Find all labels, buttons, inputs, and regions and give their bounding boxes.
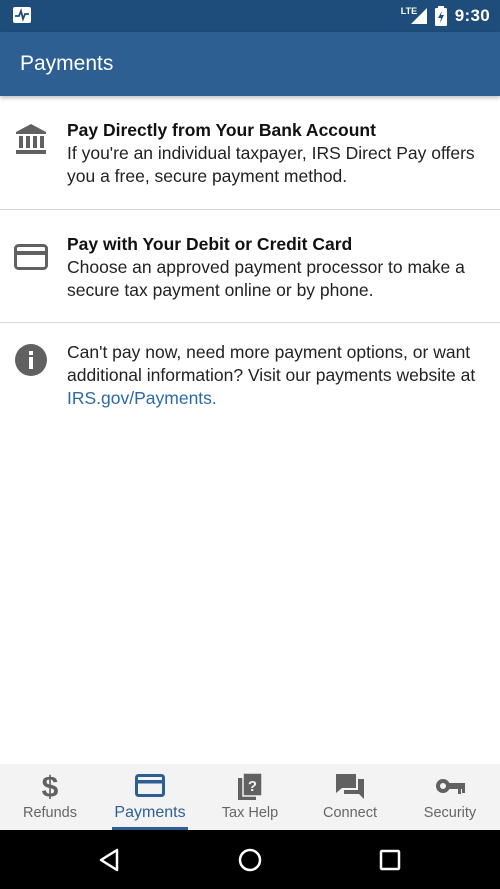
help-document-icon: ? (238, 772, 263, 800)
app-bar: Payments (0, 32, 500, 96)
chat-icon (336, 774, 364, 799)
list-item-body: If you're an individual taxpayer, IRS Di… (67, 143, 475, 186)
status-bar: LTE 9:30 (0, 0, 500, 32)
activity-monitor-icon (13, 7, 31, 23)
info-icon (15, 344, 47, 376)
back-icon[interactable] (97, 847, 123, 873)
credit-card-icon (14, 244, 48, 270)
nav-label: Refunds (22, 805, 77, 821)
recent-apps-icon[interactable] (377, 847, 403, 873)
list-item-more-info: Can't pay now, need more payment options… (0, 323, 500, 423)
nav-label: Security (423, 805, 477, 821)
nav-item-tax-help[interactable]: ? Tax Help (200, 764, 300, 830)
list-item-bank-account[interactable]: Pay Directly from Your Bank Account If y… (0, 96, 500, 210)
battery-charging-icon (434, 6, 447, 26)
list-item-heading: Pay Directly from Your Bank Account (67, 120, 376, 140)
nav-label: Payments (114, 804, 186, 821)
svg-text:$: $ (42, 772, 59, 800)
svg-text:?: ? (248, 778, 257, 795)
lte-signal-icon: LTE (401, 6, 427, 26)
list-item-body: Choose an approved payment processor to … (67, 257, 465, 300)
list-item-text: Pay with Your Debit or Credit Card Choos… (67, 232, 486, 302)
nav-label: Connect (322, 805, 377, 821)
payments-website-link[interactable]: IRS.gov/Payments. (67, 388, 217, 408)
nav-item-refunds[interactable]: $ Refunds (0, 764, 100, 830)
nav-item-connect[interactable]: Connect (300, 764, 400, 830)
list-item-body-wrapper: Can't pay now, need more payment options… (67, 341, 486, 410)
payment-options-list: Pay Directly from Your Bank Account If y… (0, 96, 500, 423)
key-icon (436, 779, 465, 794)
list-item-text: Pay Directly from Your Bank Account If y… (67, 118, 486, 188)
nav-label: Tax Help (221, 805, 279, 821)
bottom-navigation: $ Refunds Payments ? Tax Help Connect Se… (0, 764, 500, 830)
list-item-body: Can't pay now, need more payment options… (67, 342, 476, 385)
credit-card-icon (135, 774, 165, 797)
list-item-text: Can't pay now, need more payment options… (67, 341, 486, 410)
page-title: Payments (20, 52, 114, 75)
list-item-heading: Pay with Your Debit or Credit Card (67, 234, 353, 254)
system-navigation-bar (0, 830, 500, 889)
list-item-debit-credit-card[interactable]: Pay with Your Debit or Credit Card Choos… (0, 210, 500, 323)
clock: 9:30 (454, 6, 490, 25)
dollar-icon: $ (42, 772, 59, 800)
nav-item-security[interactable]: Security (400, 764, 500, 830)
nav-item-payments[interactable]: Payments (100, 764, 200, 830)
home-icon[interactable] (237, 847, 263, 873)
bank-icon (16, 124, 46, 154)
status-indicators: LTE 9:30 (401, 4, 490, 28)
